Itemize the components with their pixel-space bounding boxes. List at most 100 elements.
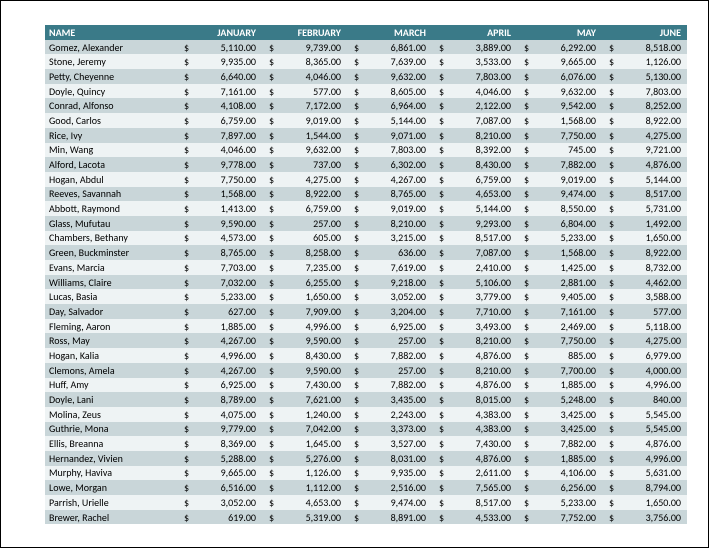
currency-symbol: $ [266,129,280,142]
value-cell: $4,876.00 [604,437,689,450]
value-cell: $9,779.00 [179,422,264,435]
currency-symbol: $ [181,187,195,200]
currency-symbol: $ [436,41,450,54]
amount: 5,118.00 [620,320,687,333]
value-cell: $7,882.00 [519,158,604,171]
value-cell: $885.00 [519,349,604,362]
amount: 4,996.00 [195,349,262,362]
currency-symbol: $ [436,437,450,450]
currency-symbol: $ [521,99,535,112]
amount: 1,492.00 [620,217,687,230]
currency-symbol: $ [606,143,620,156]
value-cell: $5,144.00 [604,173,689,186]
value-cell: $8,210.00 [434,364,519,377]
currency-symbol: $ [181,41,195,54]
value-cell: $3,435.00 [349,393,434,406]
currency-symbol: $ [436,320,450,333]
currency-symbol: $ [351,55,365,68]
currency-symbol: $ [266,408,280,421]
amount: 1,568.00 [535,114,602,127]
value-cell: $4,462.00 [604,276,689,289]
currency-symbol: $ [266,378,280,391]
value-cell: $3,204.00 [349,305,434,318]
currency-symbol: $ [181,143,195,156]
amount: 7,639.00 [365,55,432,68]
currency-symbol: $ [521,364,535,377]
amount: 3,425.00 [535,408,602,421]
table-row: Brewer, Rachel$619.00$5,319.00$8,891.00$… [45,510,687,525]
currency-symbol: $ [521,422,535,435]
value-cell: $3,889.00 [434,41,519,54]
value-cell: $3,052.00 [349,290,434,303]
table-row: Hernandez, Vivien$5,288.00$5,276.00$8,03… [45,451,687,466]
table-row: Glass, Mufutau$9,590.00$257.00$8,210.00$… [45,216,687,231]
amount: 9,935.00 [365,466,432,479]
currency-symbol: $ [436,231,450,244]
value-cell: $9,071.00 [349,129,434,142]
currency-symbol: $ [606,481,620,494]
currency-symbol: $ [351,320,365,333]
value-cell: $5,144.00 [349,114,434,127]
amount: 2,122.00 [450,99,517,112]
value-cell: $4,275.00 [264,173,349,186]
amount: 5,276.00 [280,452,347,465]
amount: 4,876.00 [620,437,687,450]
amount: 8,922.00 [280,187,347,200]
amount: 6,804.00 [535,217,602,230]
amount: 7,161.00 [195,85,262,98]
currency-symbol: $ [521,114,535,127]
currency-symbol: $ [521,231,535,244]
col-header-name: NAME [45,26,179,39]
value-cell: $7,430.00 [434,437,519,450]
amount: 5,144.00 [365,114,432,127]
currency-symbol: $ [266,349,280,362]
amount: 1,568.00 [535,246,602,259]
amount: 7,752.00 [535,511,602,524]
value-cell: $8,922.00 [604,114,689,127]
value-cell: $5,545.00 [604,422,689,435]
value-cell: $9,542.00 [519,99,604,112]
currency-symbol: $ [181,349,195,362]
amount: 1,885.00 [535,452,602,465]
value-cell: $6,292.00 [519,41,604,54]
currency-symbol: $ [266,173,280,186]
currency-symbol: $ [606,85,620,98]
table-row: Stone, Jeremy$9,935.00$8,365.00$7,639.00… [45,54,687,69]
value-cell: $2,516.00 [349,481,434,494]
table-row: Petty, Cheyenne$6,640.00$4,046.00$9,632.… [45,69,687,84]
amount: 9,632.00 [280,143,347,156]
name-cell: Petty, Cheyenne [45,70,179,83]
value-cell: $4,267.00 [179,334,264,347]
amount: 3,779.00 [450,290,517,303]
value-cell: $9,632.00 [519,85,604,98]
currency-symbol: $ [351,217,365,230]
value-cell: $7,882.00 [349,349,434,362]
amount: 8,365.00 [280,55,347,68]
value-cell: $5,144.00 [434,202,519,215]
value-cell: $4,275.00 [604,129,689,142]
amount: 1,885.00 [195,320,262,333]
currency-symbol: $ [351,290,365,303]
value-cell: $1,885.00 [179,320,264,333]
value-cell: $3,533.00 [434,55,519,68]
currency-symbol: $ [606,99,620,112]
currency-symbol: $ [436,290,450,303]
col-header: FEBRUARY [264,26,349,39]
amount: 4,046.00 [450,85,517,98]
currency-symbol: $ [351,334,365,347]
value-cell: $4,108.00 [179,99,264,112]
value-cell: $3,493.00 [434,320,519,333]
amount: 1,885.00 [535,378,602,391]
table-row: Reeves, Savannah$1,568.00$8,922.00$8,765… [45,187,687,202]
value-cell: $5,288.00 [179,452,264,465]
col-header: APRIL [434,26,519,39]
amount: 4,046.00 [195,143,262,156]
value-cell: $9,632.00 [349,70,434,83]
value-cell: $8,605.00 [349,85,434,98]
currency-symbol: $ [436,143,450,156]
value-cell: $6,804.00 [519,217,604,230]
value-cell: $1,650.00 [604,231,689,244]
amount: 636.00 [365,246,432,259]
table-row: Hogan, Kalia$4,996.00$8,430.00$7,882.00$… [45,348,687,363]
currency-symbol: $ [436,364,450,377]
